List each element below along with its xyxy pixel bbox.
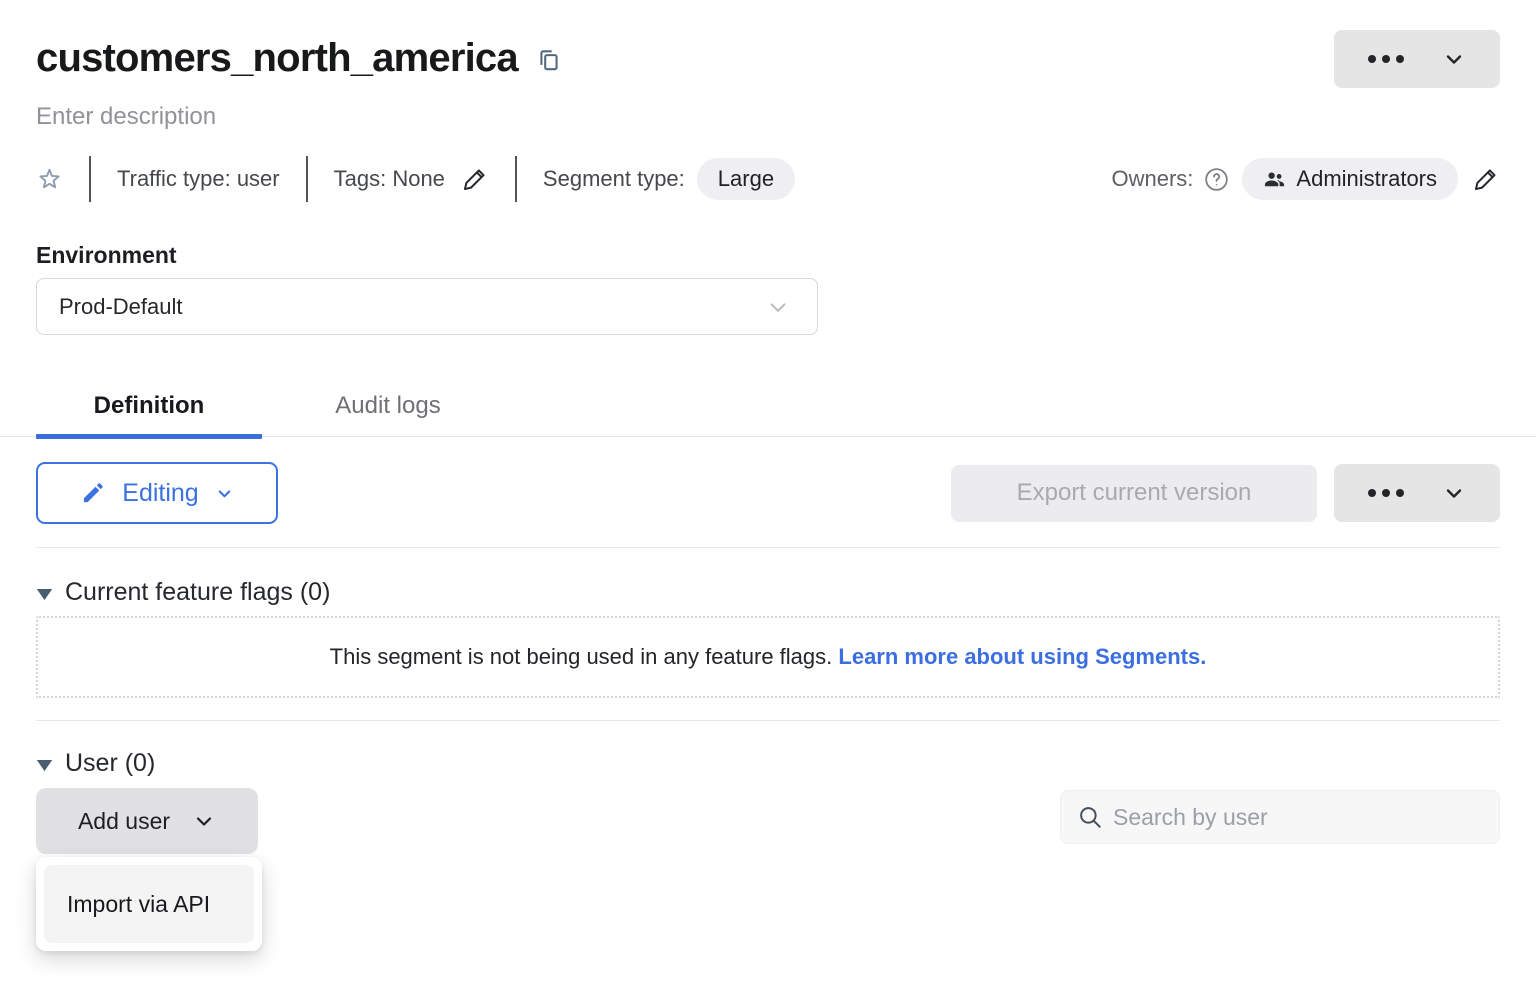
edit-tags-pencil-icon[interactable] <box>461 165 489 193</box>
vertical-divider <box>89 156 91 202</box>
edit-owners-pencil-icon[interactable] <box>1472 165 1500 193</box>
owners-value: Administrators <box>1296 166 1437 192</box>
learn-more-link[interactable]: Learn more about using Segments. <box>838 644 1206 669</box>
feature-flags-heading: Current feature flags (0) <box>65 578 330 607</box>
owners-label: Owners: <box>1111 166 1193 192</box>
tags-label: Tags: None <box>334 166 445 192</box>
tab-audit-logs[interactable]: Audit logs <box>262 379 514 432</box>
user-section-header[interactable]: User (0) <box>36 749 1500 778</box>
ellipsis-icon <box>1368 489 1404 497</box>
chevron-down-icon <box>1442 481 1466 505</box>
triangle-collapse-icon <box>36 759 53 772</box>
chevron-down-icon <box>1442 47 1466 71</box>
traffic-type-label: Traffic type: user <box>117 166 280 192</box>
chevron-down-icon <box>192 809 216 833</box>
page-header: customers_north_america <box>36 0 1500 88</box>
user-search-box[interactable] <box>1060 790 1500 844</box>
segment-detail-page: customers_north_america Enter descriptio… <box>0 0 1536 1002</box>
pencil-icon <box>80 480 106 506</box>
add-user-button[interactable]: Add user <box>36 788 258 854</box>
owners-chip[interactable]: Administrators <box>1242 158 1458 200</box>
add-user-dropdown-menu: Import via API <box>36 857 262 951</box>
feature-flags-empty-state: This segment is not being used in any fe… <box>36 616 1500 698</box>
section-divider <box>36 720 1500 721</box>
meta-row: Traffic type: user Tags: None Segment ty… <box>36 156 1500 202</box>
vertical-divider <box>306 156 308 202</box>
empty-state-text: This segment is not being used in any fe… <box>330 644 839 669</box>
environment-selected-value: Prod-Default <box>59 294 183 320</box>
description-placeholder[interactable]: Enter description <box>36 102 1500 132</box>
export-current-version-button[interactable]: Export current version <box>951 465 1317 522</box>
editing-mode-button[interactable]: Editing <box>36 462 278 524</box>
vertical-divider <box>515 156 517 202</box>
chevron-down-icon <box>215 484 234 503</box>
segment-type-label: Segment type: <box>543 166 685 192</box>
user-heading: User (0) <box>65 749 155 778</box>
editing-label: Editing <box>122 479 198 508</box>
chevron-down-icon <box>765 294 791 320</box>
section-divider <box>36 547 1500 548</box>
group-icon <box>1263 168 1286 191</box>
add-user-label: Add user <box>78 808 170 835</box>
segment-type-badge: Large <box>697 158 795 200</box>
ellipsis-icon <box>1368 55 1404 63</box>
active-tab-indicator <box>36 434 262 439</box>
tab-bar: Definition Audit logs <box>36 379 1500 437</box>
menu-item-import-via-api[interactable]: Import via API <box>44 865 254 943</box>
page-more-actions-button[interactable] <box>1334 30 1500 88</box>
definition-toolbar: Editing Export current version <box>36 462 1500 524</box>
help-question-icon[interactable] <box>1203 166 1230 193</box>
empty-state-message: This segment is not being used in any fe… <box>330 644 1207 670</box>
page-title: customers_north_america <box>36 30 518 86</box>
user-search-input[interactable] <box>1113 804 1483 831</box>
environment-label: Environment <box>36 242 1500 269</box>
triangle-collapse-icon <box>36 588 53 601</box>
search-icon <box>1077 804 1103 830</box>
definition-more-actions-button[interactable] <box>1334 464 1500 522</box>
feature-flags-section-header[interactable]: Current feature flags (0) <box>36 578 1500 607</box>
tab-definition[interactable]: Definition <box>36 379 262 432</box>
user-controls-row: Add user Import via API <box>36 788 1500 854</box>
copy-icon[interactable] <box>536 41 562 75</box>
environment-select[interactable]: Prod-Default <box>36 278 818 335</box>
favorite-star-icon[interactable] <box>36 166 63 193</box>
